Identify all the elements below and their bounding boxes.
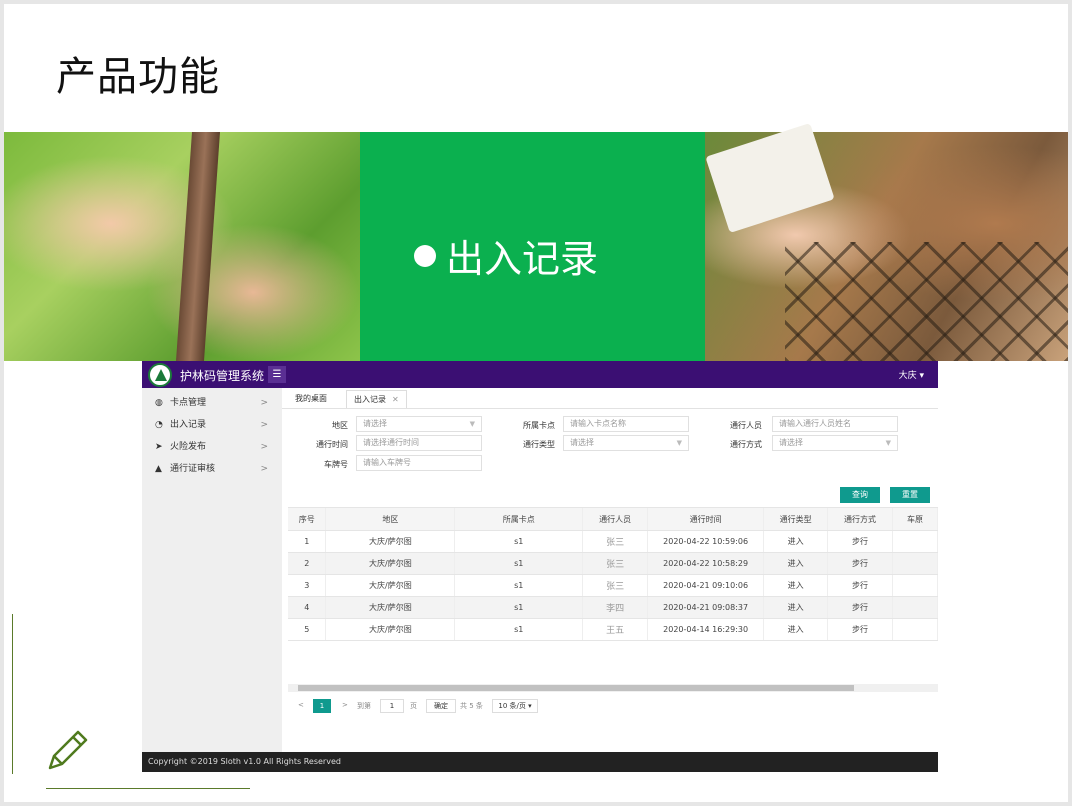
caret-down-icon: ▾ (919, 371, 924, 381)
col-header: 通行人员 (582, 508, 649, 531)
sidebar: ◍ 卡点管理 > ◔ 出入记录 > ➤ 火险发布 > ▲ 通行证审核 > (142, 388, 282, 752)
checkpoint-label: 所属卡点 (523, 421, 555, 430)
col-header: 所属卡点 (454, 508, 584, 531)
checkpoint-input[interactable]: 请输入卡点名称 (563, 416, 689, 432)
system-title: 护林码管理系统 (180, 369, 265, 383)
decor-line (46, 788, 250, 789)
chevron-right-icon: > (260, 464, 268, 474)
scrollbar-thumb[interactable] (298, 685, 854, 691)
col-header: 通行方式 (827, 508, 894, 531)
page-size-select[interactable]: 10 条/页 ▾ (492, 699, 538, 713)
region-label: 地区 (332, 421, 348, 430)
goto-confirm-button[interactable]: 确定 (426, 699, 456, 713)
records-table: 序号 地区 所属卡点 通行人员 通行时间 通行类型 通行方式 车原 1 大庆/萨尔… (288, 507, 938, 698)
chevron-down-icon: ▼ (885, 439, 891, 447)
total-count: 共 5 条 (460, 702, 483, 710)
chevron-right-icon: > (260, 420, 268, 430)
logo-icon (148, 363, 172, 387)
banner-heading-box: 出入记录 (360, 132, 705, 361)
slide: 产品功能 出入记录 护林码管理系统 ☰ 大庆 ▾ ◍ 卡点管理 > ◔ 出入记录… (4, 4, 1068, 802)
next-page-button[interactable]: > (342, 701, 348, 709)
type-label: 通行类型 (523, 440, 555, 449)
tab-records[interactable]: 出入记录 ✕ (346, 390, 407, 409)
plate-label: 车牌号 (324, 460, 348, 469)
caret-down-icon: ▾ (528, 702, 532, 710)
table-row[interactable]: 2 大庆/萨尔图 s1 张三 2020-04-22 10:58:29 进入 步行 (288, 552, 938, 575)
goto-label: 到第 (357, 702, 371, 710)
tab-desktop[interactable]: 我的桌面 (288, 390, 334, 408)
plate-input[interactable]: 请输入车牌号 (356, 455, 482, 471)
query-button[interactable]: 查询 (840, 487, 880, 503)
app-topbar: 护林码管理系统 ☰ 大庆 ▾ (142, 361, 938, 388)
app-footer: Copyright ©2019 Sloth v1.0 All Rights Re… (142, 752, 938, 772)
pencil-icon (48, 730, 88, 770)
table-row[interactable]: 3 大庆/萨尔图 s1 张三 2020-04-21 09:10:06 进入 步行 (288, 574, 938, 597)
col-header: 地区 (325, 508, 456, 531)
type-select[interactable]: 请选择 ▼ (563, 435, 689, 451)
warning-icon: ▲ (155, 464, 162, 474)
time-label: 通行时间 (316, 440, 348, 449)
person-label: 通行人员 (730, 421, 762, 430)
region-select[interactable]: 请选择 ▼ (356, 416, 482, 432)
table-header-row: 序号 地区 所属卡点 通行人员 通行时间 通行类型 通行方式 车原 (288, 508, 938, 531)
goto-page-input[interactable]: 1 (380, 699, 404, 713)
banner-photo-left (4, 132, 360, 361)
col-header: 通行时间 (647, 508, 765, 531)
banner-photo-right (705, 122, 1068, 361)
page-unit-label: 页 (410, 702, 417, 710)
table-row[interactable]: 5 大庆/萨尔图 s1 王五 2020-04-14 16:29:30 进入 步行 (288, 618, 938, 641)
close-icon[interactable]: ✕ (392, 395, 399, 404)
table-row[interactable]: 4 大庆/萨尔图 s1 李四 2020-04-21 09:08:37 进入 步行 (288, 596, 938, 619)
chevron-right-icon: > (260, 442, 268, 452)
sidebar-item-pass-review[interactable]: ▲ 通行证审核 > (142, 458, 282, 480)
col-header: 通行类型 (763, 508, 829, 531)
col-header: 序号 (288, 508, 327, 531)
banner-heading: 出入记录 (446, 237, 599, 281)
reset-button[interactable]: 重置 (890, 487, 930, 503)
method-select[interactable]: 请选择 ▼ (772, 435, 898, 451)
chevron-down-icon: ▼ (676, 439, 682, 447)
person-input[interactable]: 请输入通行人员姓名 (772, 416, 898, 432)
record-icon: ◔ (155, 420, 163, 430)
col-header: 车原 (892, 508, 938, 531)
banner: 出入记录 (4, 122, 1068, 361)
slide-title: 产品功能 (56, 54, 220, 100)
sidebar-item-fire-risk[interactable]: ➤ 火险发布 > (142, 436, 282, 458)
page-1-button[interactable]: 1 (313, 699, 331, 713)
gauge-icon: ◍ (155, 398, 163, 408)
user-menu[interactable]: 大庆 ▾ (899, 368, 924, 381)
menu-toggle-icon[interactable]: ☰ (268, 366, 286, 383)
prev-page-button[interactable]: < (298, 701, 304, 709)
table-row[interactable]: 1 大庆/萨尔图 s1 张三 2020-04-22 10:59:06 进入 步行 (288, 530, 938, 553)
pagination: < 1 > 到第 1 页 确定 共 5 条 10 条/页 ▾ (288, 697, 938, 717)
horizontal-scrollbar[interactable] (288, 684, 938, 692)
bullet-icon (414, 244, 436, 267)
sidebar-item-records[interactable]: ◔ 出入记录 > (142, 414, 282, 436)
app-screenshot: 护林码管理系统 ☰ 大庆 ▾ ◍ 卡点管理 > ◔ 出入记录 > ➤ 火险发布 … (142, 361, 938, 772)
send-icon: ➤ (155, 442, 163, 452)
chevron-right-icon: > (260, 398, 268, 408)
time-input[interactable]: 请选择通行时间 (356, 435, 482, 451)
method-label: 通行方式 (730, 440, 762, 449)
sidebar-item-checkpoint[interactable]: ◍ 卡点管理 > (142, 392, 282, 414)
chevron-down-icon: ▼ (469, 420, 475, 428)
decor-line (12, 614, 13, 774)
